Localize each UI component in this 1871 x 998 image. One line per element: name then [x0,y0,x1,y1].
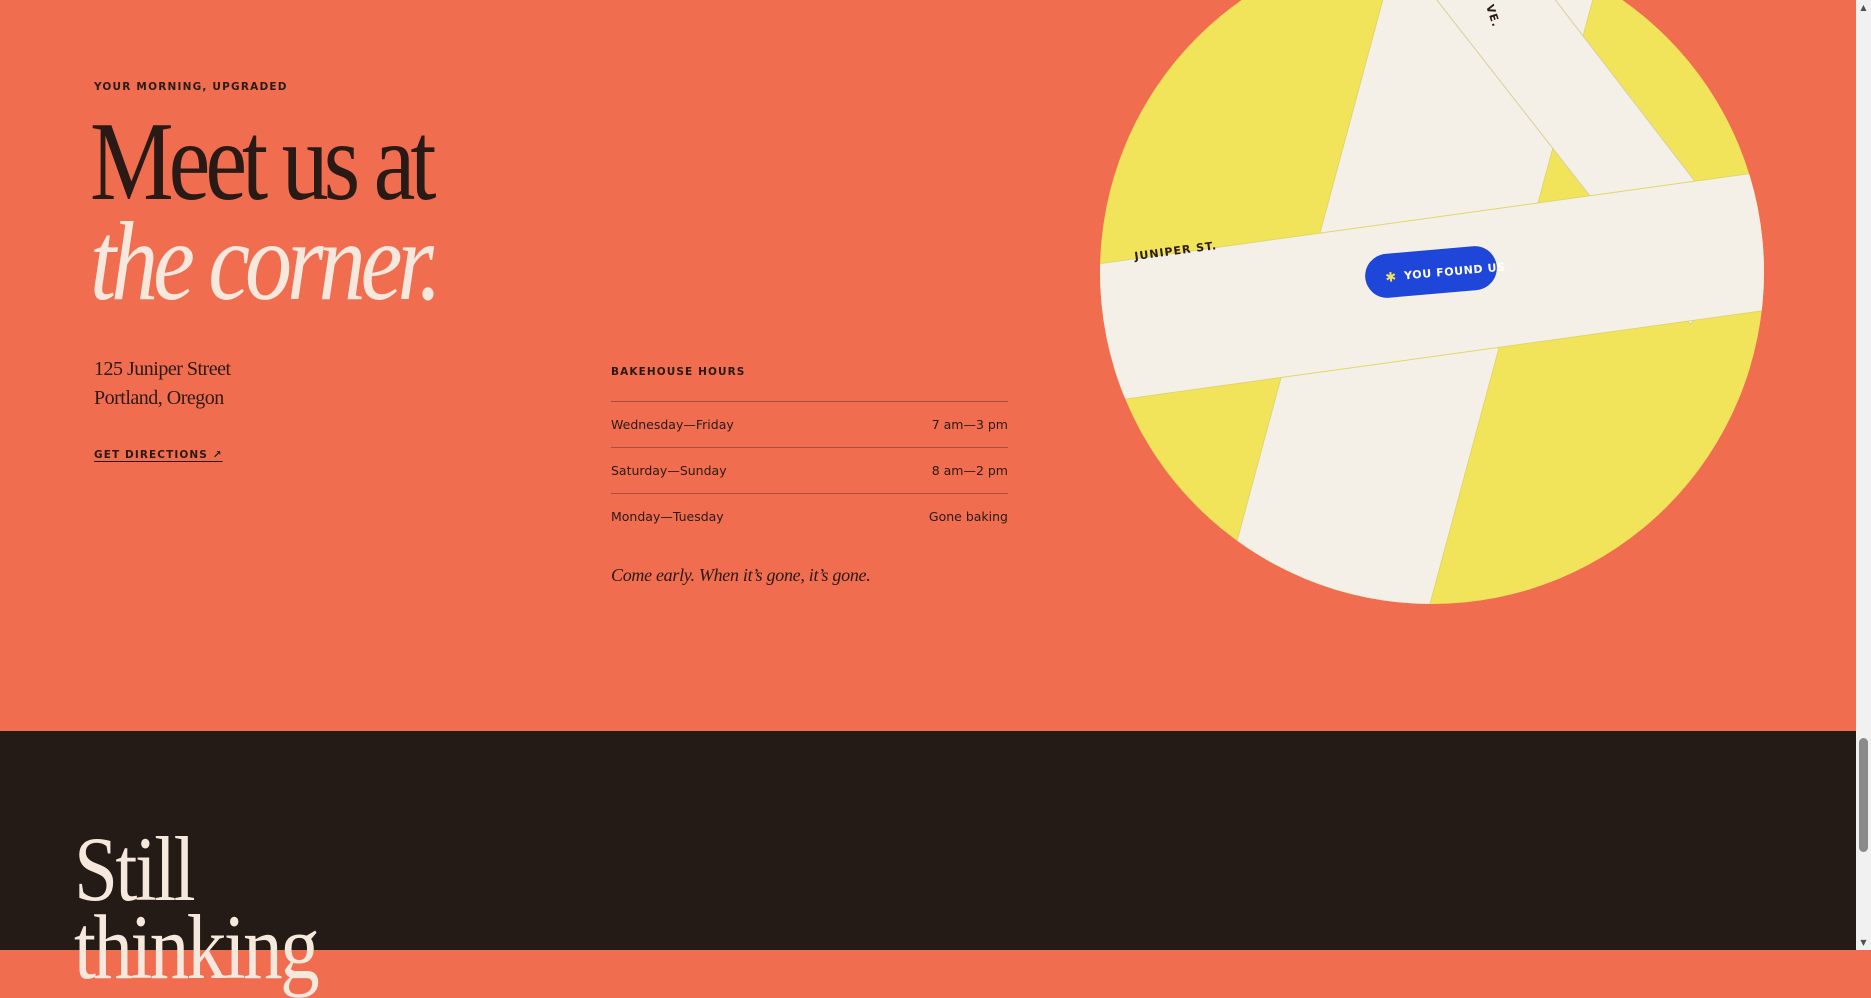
hours-days: Saturday—Sunday [611,463,727,478]
next-title-line-2: thinking [74,896,320,998]
headline-line-2: the corner. [90,200,442,324]
address-street: 125 Juniper Street [94,358,231,380]
page-scrollbar[interactable]: ▲ ▼ [1856,0,1871,950]
address: 125 Juniper Street Portland, Oregon [94,355,231,413]
hours-title: BAKEHOUSE HOURS [611,366,746,378]
scroll-down-icon[interactable]: ▼ [1856,935,1871,950]
hours-row: Wednesday—Friday 7 am—3 pm [611,402,1008,448]
hours-table: Wednesday—Friday 7 am—3 pm Saturday—Sund… [611,401,1008,539]
hours-days: Wednesday—Friday [611,417,734,432]
hours-time: 7 am—3 pm [931,417,1008,432]
hours-note: Come early. When it’s gone, it’s gone. [611,565,871,585]
location-map: JUNIPER ST. VE. ✱ YOU FOUND US [1100,0,1764,604]
star-icon: ✱ [1385,270,1397,286]
scroll-thumb[interactable] [1859,738,1868,852]
scroll-up-icon[interactable]: ▲ [1856,0,1871,15]
hours-row: Monday—Tuesday Gone baking [611,494,1008,539]
section-eyebrow: YOUR MORNING, UPGRADED [94,81,288,93]
section-headline: Meet us at the corner. [90,106,442,324]
hours-row: Saturday—Sunday 8 am—2 pm [611,448,1008,494]
hours-time: Gone baking [928,509,1008,524]
hours-days: Monday—Tuesday [611,509,724,524]
hours-time: 8 am—2 pm [931,463,1008,478]
get-directions-link[interactable]: GET DIRECTIONS ↗ [94,449,223,461]
next-section-title: Still thinking [74,823,320,998]
address-city: Portland, Oregon [94,387,224,409]
